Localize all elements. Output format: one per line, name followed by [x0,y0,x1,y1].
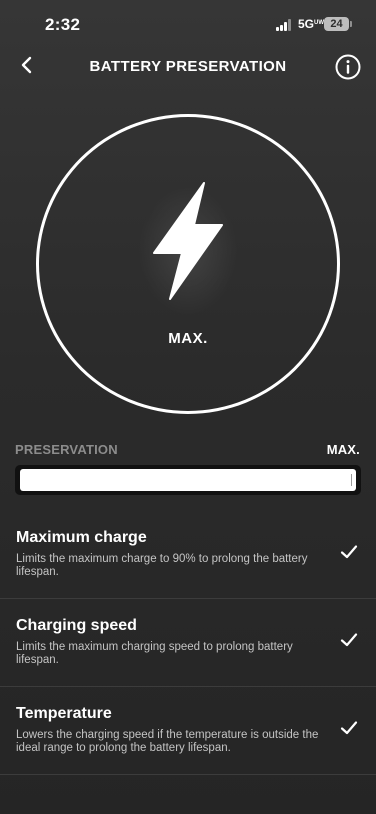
page-title: BATTERY PRESERVATION [89,58,287,75]
option-charging-speed[interactable]: Charging speed Limits the maximum chargi… [0,599,376,687]
battery-indicator: 24 [324,17,352,31]
option-description: Limits the maximum charge to 90% to prol… [16,553,308,578]
slider-thumb[interactable] [351,474,352,486]
info-button[interactable] [334,53,362,81]
option-description: Limits the maximum charging speed to pro… [16,641,293,666]
option-title: Charging speed [16,617,137,634]
slider-min-label: PRESERVATION [15,442,118,457]
preservation-slider[interactable] [15,465,361,495]
options-list: Maximum charge Limits the maximum charge… [0,511,376,775]
status-time: 2:32 [45,15,81,34]
option-title: Maximum charge [16,529,147,546]
slider-fill [20,469,356,491]
check-icon[interactable] [340,632,358,648]
lightning-bolt-icon [153,182,223,300]
network-type: 5G [298,17,315,31]
check-icon[interactable] [340,544,358,560]
info-icon [335,54,361,80]
option-temperature[interactable]: Temperature Lowers the charging speed if… [0,687,376,775]
option-title: Temperature [16,705,112,722]
option-maximum-charge[interactable]: Maximum charge Limits the maximum charge… [0,511,376,599]
option-description: Lowers the charging speed if the tempera… [16,729,319,754]
check-icon[interactable] [340,720,358,736]
network-suffix: UW [314,20,325,26]
dial-mode-label: MAX. [168,330,208,347]
network-indicator: 5GUW [298,17,324,31]
signal-strength-icon [276,19,294,31]
slider-max-label: MAX. [326,442,360,457]
charge-mode-dial[interactable]: MAX. [36,114,340,414]
status-bar: 2:32 5GUW 24 [0,0,376,48]
